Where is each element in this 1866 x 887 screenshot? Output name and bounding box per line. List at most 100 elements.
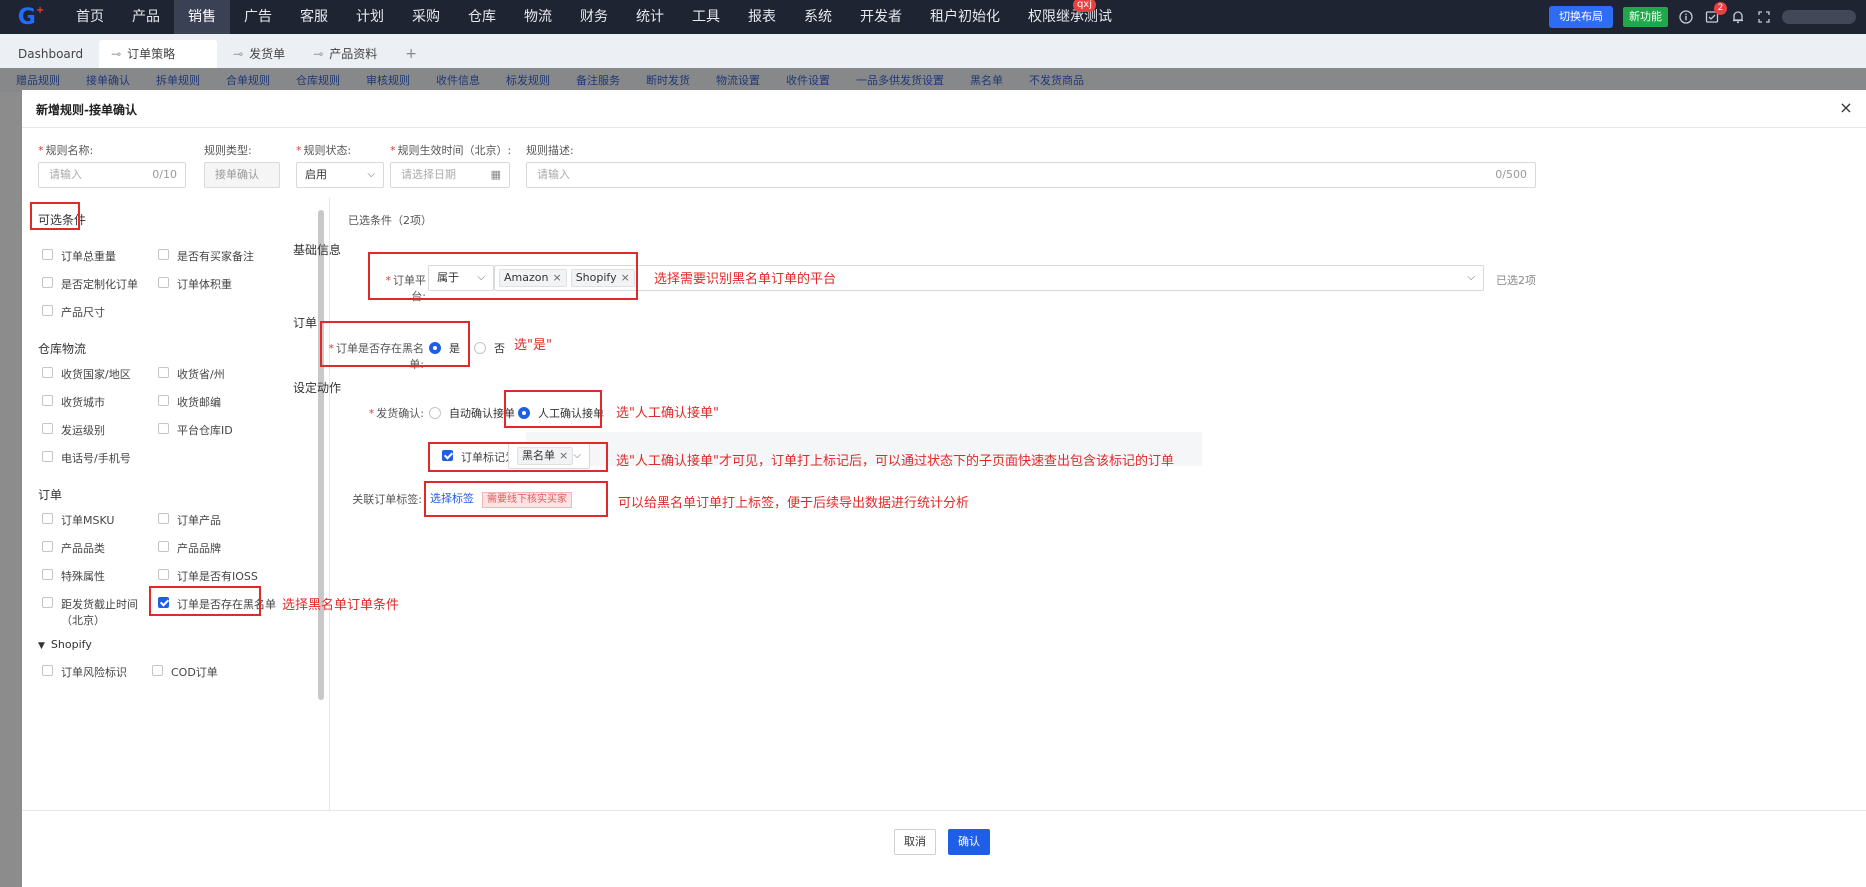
condition-checkbox[interactable]: 平台仓库ID — [158, 422, 233, 438]
condition-checkbox[interactable]: 发运级别 — [42, 422, 105, 438]
top-nav: G+ 首页 产品 销售 广告 客服 计划 采购 仓库 物流 财务 统计 工具 报… — [0, 0, 1866, 34]
switch-layout-button[interactable]: 切换布局 — [1549, 6, 1613, 28]
condition-checkbox[interactable]: 订单MSKU — [42, 512, 114, 528]
condition-checkbox[interactable]: 收货省/州 — [158, 366, 225, 382]
nav-item-label: 权限继承测试 — [1028, 9, 1112, 25]
user-avatar[interactable] — [1782, 10, 1856, 24]
nav-badge: qxj — [1072, 0, 1096, 12]
condition-checkbox[interactable]: 是否定制化订单 — [42, 276, 138, 292]
nav-item-tools[interactable]: 工具 — [678, 0, 734, 34]
nav-item-purchase[interactable]: 采购 — [398, 0, 454, 34]
order-group-title: 订单 — [293, 316, 318, 330]
tab-label: 发货单 — [249, 47, 286, 61]
nav-item-ads[interactable]: 广告 — [230, 0, 286, 34]
chevron-down-icon: ⌵ — [1467, 272, 1475, 283]
highlight-box — [428, 442, 608, 472]
nav-right: 切换布局 新功能 2 — [1549, 0, 1856, 34]
pin-icon: ⊸ — [233, 47, 244, 61]
rule-desc-input[interactable]: 请输入 0/500 — [526, 162, 1536, 188]
tab-shipment[interactable]: ⊸ 发货单 — [221, 40, 297, 68]
logo[interactable]: G+ — [0, 0, 62, 34]
nav-item-stats[interactable]: 统计 — [622, 0, 678, 34]
task-badge: 2 — [1714, 2, 1727, 15]
condition-checkbox[interactable]: 收货邮编 — [158, 394, 221, 410]
info-icon[interactable] — [1678, 9, 1694, 25]
nav-item-tenant-init[interactable]: 租户初始化 — [916, 0, 1014, 34]
annotation-text: 选"是" — [514, 338, 552, 353]
warehouse-section-title: 仓库物流 — [38, 342, 87, 356]
platform-multiselect[interactable]: Amazon × Shopify × ⌵ — [494, 265, 1484, 291]
tab-product-info[interactable]: ⊸ 产品资料 — [301, 40, 389, 68]
rule-name-input[interactable]: 请输入 0/10 — [38, 162, 186, 188]
tab-label: 产品资料 — [329, 47, 378, 61]
caret-down-icon: ▼ — [38, 641, 45, 651]
nav-menu: 首页 产品 销售 广告 客服 计划 采购 仓库 物流 财务 统计 工具 报表 系… — [62, 0, 1126, 34]
nav-item-sales[interactable]: 销售 — [174, 0, 230, 34]
pin-icon: ⊸ — [313, 47, 324, 61]
nav-item-home[interactable]: 首页 — [62, 0, 118, 34]
annotation-text: 选择需要识别黑名单订单的平台 — [654, 272, 837, 287]
calendar-icon: ▦ — [490, 168, 501, 181]
condition-checkbox[interactable]: 是否有买家备注 — [158, 248, 254, 264]
annotation-text: 选择黑名单订单条件 — [282, 598, 400, 613]
shopify-section-title[interactable]: ▼ Shopify — [38, 638, 92, 651]
condition-checkbox[interactable]: COD订单 — [152, 664, 218, 680]
condition-checkbox[interactable]: 订单风险标识 — [42, 664, 127, 680]
highlight-box — [320, 321, 470, 367]
close-icon[interactable]: × — [1836, 98, 1856, 118]
rule-time-label: * 规则生效时间（北京）: — [390, 144, 512, 157]
annotation-text: 选"人工确认接单" — [616, 406, 719, 421]
tab-dashboard[interactable]: Dashboard — [6, 40, 95, 68]
add-tab-button[interactable]: + — [393, 40, 429, 68]
cancel-button[interactable]: 取消 — [894, 829, 936, 855]
condition-checkbox[interactable]: 收货国家/地区 — [42, 366, 131, 382]
tab-order-strategy[interactable]: ⊸ 订单策略 — [99, 40, 218, 68]
highlight-box — [424, 481, 608, 517]
modal-header: 新增规则-接单确认 × — [22, 90, 1866, 128]
rule-desc-label: 规则描述: — [526, 144, 574, 157]
condition-scrollbar[interactable] — [318, 210, 324, 700]
auto-confirm-radio[interactable]: 自动确认接单 — [429, 405, 515, 421]
rule-status-label: * 规则状态: — [296, 144, 352, 157]
action-group-title: 设定动作 — [293, 381, 342, 395]
new-rule-modal: 新增规则-接单确认 × * 规则名称: 请输入 0/10 规则类型: 接单确认 * 规… — [22, 90, 1866, 887]
condition-checkbox[interactable]: 特殊属性 — [42, 568, 105, 584]
platform-selected-count: 已选2项 — [1496, 274, 1536, 287]
fullscreen-icon[interactable] — [1756, 9, 1772, 25]
blacklist-no-radio[interactable]: 否 — [474, 340, 505, 356]
nav-item-reports[interactable]: 报表 — [734, 0, 790, 34]
nav-item-warehouse[interactable]: 仓库 — [454, 0, 510, 34]
condition-checkbox[interactable]: 订单产品 — [158, 512, 221, 528]
nav-item-system[interactable]: 系统 — [790, 0, 846, 34]
highlight-box — [30, 202, 80, 230]
bell-icon[interactable] — [1730, 9, 1746, 25]
rule-status-select[interactable]: 启用 ⌵ — [296, 162, 384, 188]
new-feature-button[interactable]: 新功能 — [1623, 7, 1668, 27]
nav-item-service[interactable]: 客服 — [286, 0, 342, 34]
tab-label: 订单策略 — [127, 47, 176, 61]
condition-checkbox[interactable]: 产品品类 — [42, 540, 105, 556]
nav-item-developer[interactable]: 开发者 — [846, 0, 916, 34]
task-icon[interactable]: 2 — [1704, 2, 1727, 25]
highlight-box — [149, 586, 261, 616]
nav-item-permission-test[interactable]: 权限继承测试 qxj — [1014, 0, 1126, 34]
order-section-title: 订单 — [38, 488, 63, 502]
condition-checkbox[interactable]: 订单体积重 — [158, 276, 232, 292]
pin-icon: ⊸ — [111, 47, 122, 61]
rule-time-picker[interactable]: 请选择日期 ▦ — [390, 162, 510, 188]
confirm-button[interactable]: 确认 — [948, 829, 990, 855]
modal-title: 新增规则-接单确认 — [36, 103, 137, 117]
condition-checkbox[interactable]: 订单是否有IOSS — [158, 568, 258, 584]
nav-item-finance[interactable]: 财务 — [566, 0, 622, 34]
nav-item-logistics[interactable]: 物流 — [510, 0, 566, 34]
highlight-box — [368, 252, 638, 300]
condition-checkbox[interactable]: 订单总重量 — [42, 248, 116, 264]
condition-checkbox[interactable]: 距发货截止时间（北京） — [42, 596, 142, 628]
nav-item-plan[interactable]: 计划 — [342, 0, 398, 34]
condition-checkbox[interactable]: 产品品牌 — [158, 540, 221, 556]
rule-name-label: * 规则名称: — [38, 144, 94, 157]
condition-checkbox[interactable]: 产品尺寸 — [42, 304, 105, 320]
condition-checkbox[interactable]: 收货城市 — [42, 394, 105, 410]
nav-item-product[interactable]: 产品 — [118, 0, 174, 34]
condition-checkbox[interactable]: 电话号/手机号 — [42, 450, 131, 466]
